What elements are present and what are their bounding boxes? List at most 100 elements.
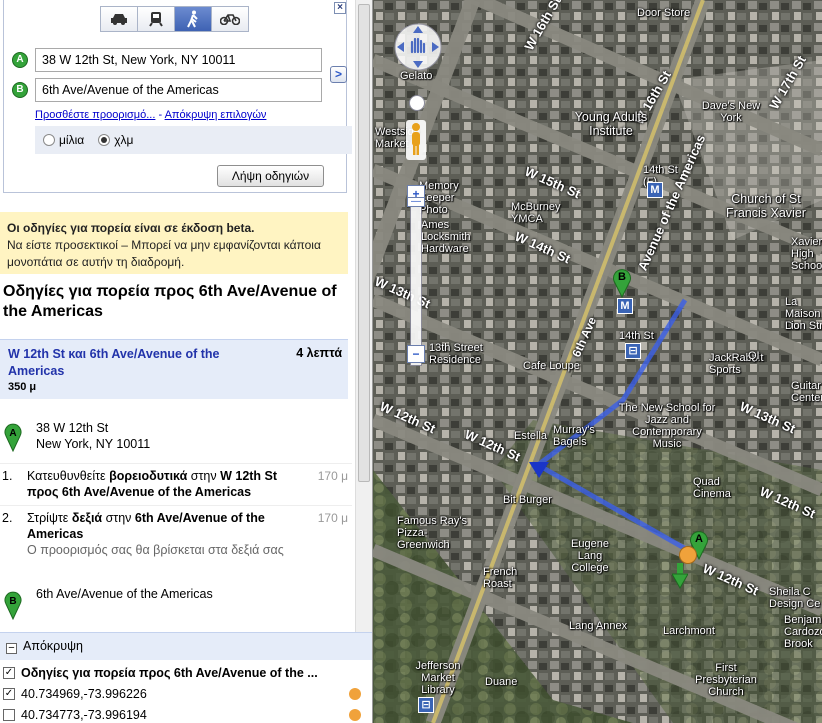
place-label[interactable]: The New School for Jazz and Contemporary… <box>617 402 717 450</box>
place-label[interactable]: Lion Str <box>785 320 822 332</box>
place-label[interactable]: Famous Ray's Pizza-Greenwich <box>397 515 479 551</box>
directions-panel: × A 38 W 12th St, New York, NY 10011 > B <box>0 0 373 723</box>
walking-mode-button[interactable] <box>174 6 212 32</box>
swap-directions-button[interactable]: > <box>330 66 347 83</box>
direction-step[interactable]: 2. Στρίψτε δεξιά στην 6th Ave/Avenue of … <box>0 505 352 581</box>
train-station-icon[interactable]: ⊟ <box>625 343 641 359</box>
hide-options-link[interactable]: Απόκρυψη επιλογών <box>165 109 267 121</box>
step-number: 1. <box>2 469 13 483</box>
place-label[interactable]: Dave's New York <box>701 100 761 124</box>
layer-label[interactable]: 40.734773,-73.996194 <box>21 708 147 722</box>
street-view-pegman-icon[interactable] <box>406 120 426 160</box>
place-label[interactable]: Ames Locksmith Hardware <box>421 219 493 255</box>
walking-icon <box>187 10 198 28</box>
layer-label[interactable]: Οδηγίες για πορεία προς 6th Ave/Avenue o… <box>21 666 318 680</box>
beta-notice: Οι οδηγίες για πορεία είναι σε έκδοση be… <box>0 212 348 274</box>
map-marker-b-icon[interactable]: B <box>612 266 632 298</box>
step-direction: δεξιά <box>71 511 103 525</box>
origin-input[interactable]: 38 W 12th St, New York, NY 10011 <box>35 48 322 72</box>
place-label[interactable]: Bit Burger <box>503 494 552 506</box>
layer-label[interactable]: 40.734969,-73.996226 <box>21 687 147 701</box>
step-text: Στρίψτε δεξιά στην 6th Ave/Avenue of the… <box>27 510 287 558</box>
place-label[interactable]: Sheila C Design Ce <box>769 586 822 610</box>
zoom-slider-track[interactable] <box>410 188 422 366</box>
map-marker-b-letter: B <box>618 271 626 283</box>
car-mode-button[interactable] <box>100 6 138 32</box>
place-label[interactable]: 14th St <box>619 330 654 342</box>
pan-control[interactable] <box>393 22 443 72</box>
close-icon[interactable]: × <box>334 2 346 14</box>
orange-location-marker-icon[interactable] <box>679 546 697 564</box>
place-label[interactable]: French Roast <box>483 566 519 590</box>
direction-step[interactable]: 1. Κατευθυνθείτε βορειοδυτικά στην W 12t… <box>0 463 352 505</box>
green-arrow-marker-icon[interactable] <box>672 563 688 589</box>
destination-marker-icon: B <box>12 82 28 98</box>
step-distance: 170 μ <box>317 469 348 483</box>
route-summary-distance: 350 μ <box>8 381 37 393</box>
place-label[interactable]: Estella <box>514 430 547 442</box>
place-label[interactable]: Church of St Francis Xavier <box>720 192 812 220</box>
place-label[interactable]: Benjami Cardozo Brook <box>784 614 822 650</box>
miles-radio[interactable] <box>43 134 55 146</box>
place-label[interactable]: Jefferson Market Library <box>409 660 467 696</box>
place-label[interactable]: McBurney YMCA <box>511 201 563 225</box>
train-icon <box>149 12 163 27</box>
zoom-slider-handle[interactable]: — <box>407 197 425 207</box>
start-address: 38 W 12th St New York, NY 10011 <box>36 420 150 452</box>
travel-mode-selector <box>100 6 249 32</box>
beta-notice-body: Να είστε προσεκτικοί – Μπορεί να μην εμφ… <box>7 238 321 269</box>
end-marker-letter: B <box>9 596 16 607</box>
layers-header[interactable]: − Απόκρυψη <box>0 632 372 660</box>
place-label[interactable]: 13th Street Residence <box>429 342 489 366</box>
place-label[interactable]: Guitar Center <box>791 380 822 404</box>
scrollbar-thumb[interactable] <box>358 4 370 482</box>
step-text-part: στην <box>187 469 221 483</box>
subway-icon[interactable]: M <box>647 182 663 198</box>
add-destination-link[interactable]: Προσθέστε προορισμό... <box>35 109 155 121</box>
route-summary-name[interactable]: W 12th St και 6th Ave/Avenue of the Amer… <box>8 346 248 380</box>
step-number: 2. <box>2 511 13 525</box>
km-radio[interactable] <box>98 134 111 146</box>
step-distance: 170 μ <box>317 511 348 525</box>
origin-marker-icon: A <box>12 52 28 68</box>
panel-scrollbar[interactable] <box>355 0 372 632</box>
place-label[interactable]: Cafe Loupe <box>523 360 580 372</box>
place-label[interactable]: Eugene Lang College <box>559 538 621 574</box>
transit-mode-button[interactable] <box>137 6 175 32</box>
maps-app: × A 38 W 12th St, New York, NY 10011 > B <box>0 0 822 723</box>
place-label[interactable]: Memory Keeper Photo <box>419 180 473 216</box>
link-separator: - <box>155 109 165 121</box>
place-label[interactable]: First Presbyterian Church <box>695 662 757 698</box>
layer-checkbox[interactable]: ✓ <box>3 688 15 700</box>
get-directions-button[interactable]: Λήψη οδηγιών <box>217 165 324 187</box>
layer-row[interactable]: 40.734773,-73.996194 <box>3 705 371 723</box>
step-text-part: στην <box>102 511 135 525</box>
collapse-icon[interactable]: − <box>6 643 17 654</box>
subway-icon[interactable]: M <box>617 298 633 314</box>
place-label[interactable]: Westside Market <box>375 126 435 150</box>
destination-input[interactable]: 6th Ave/Avenue of the Americas <box>35 78 322 102</box>
map-marker-a-letter: A <box>695 533 703 545</box>
step-direction: βορειοδυτικά <box>109 469 188 483</box>
place-label[interactable]: QI <box>748 350 760 362</box>
place-label[interactable]: Door Store <box>637 7 690 19</box>
place-label[interactable]: Young Adults Institute <box>571 110 651 138</box>
place-label[interactable]: Lang Annex <box>569 620 627 632</box>
zoom-out-button[interactable]: − <box>407 345 425 363</box>
place-label[interactable]: Quad Cinema <box>693 476 731 500</box>
route-summary[interactable]: W 12th St και 6th Ave/Avenue of the Amer… <box>0 339 348 399</box>
zoom-to-fit-icon[interactable] <box>409 95 425 111</box>
train-station-icon[interactable]: ⊟ <box>418 697 434 713</box>
layer-checkbox[interactable]: ✓ <box>3 667 15 679</box>
place-label[interactable]: Larchmont <box>663 625 715 637</box>
satellite-map[interactable]: W 16th St W 16th St W 17th St W 15th St … <box>373 0 822 723</box>
layer-row[interactable]: ✓ 40.734969,-73.996226 <box>3 684 371 704</box>
place-label[interactable]: Xavier High School <box>791 236 822 272</box>
layer-row[interactable]: ✓ Οδηγίες για πορεία προς 6th Ave/Avenue… <box>3 663 371 683</box>
place-label[interactable]: Duane <box>485 676 517 688</box>
hide-label[interactable]: Απόκρυψη <box>23 639 83 653</box>
directions-form: × A 38 W 12th St, New York, NY 10011 > B <box>3 0 352 193</box>
place-label[interactable]: Murray's Bagels <box>553 424 603 448</box>
layer-checkbox[interactable] <box>3 709 15 721</box>
bicycle-mode-button[interactable] <box>211 6 249 32</box>
